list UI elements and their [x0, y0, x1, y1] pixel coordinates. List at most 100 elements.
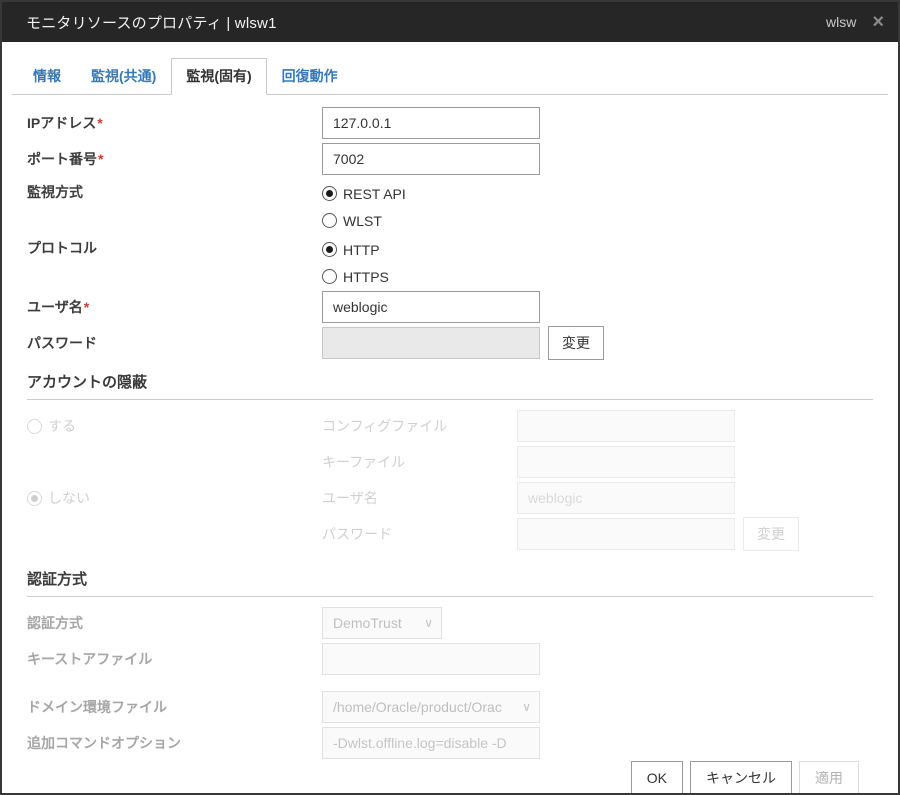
tab-bar: 情報 監視(共通) 監視(固有) 回復動作 [12, 58, 888, 95]
radio-checked-icon[interactable] [322, 186, 337, 201]
shadow-username-label: ユーザ名 [322, 490, 378, 506]
tab-info[interactable]: 情報 [18, 58, 76, 94]
shadow-config-file-input [517, 410, 735, 442]
shadow-config-file-cell [517, 410, 873, 442]
keystore-input [322, 643, 540, 675]
apply-button: 適用 [799, 761, 859, 793]
ip-address-field-cell [322, 107, 873, 139]
domain-env-field-cell: /home/Oracle/product/Orac ∨ [322, 691, 873, 723]
auth-method-select: DemoTrust ∨ [322, 607, 442, 639]
protocol-label: プロトコル [27, 240, 97, 256]
required-asterisk: * [83, 299, 90, 315]
extra-options-label: 追加コマンドオプション [27, 735, 181, 751]
port-number-row: ポート番号* [27, 141, 873, 177]
shadow-password-cell: 変更 [517, 517, 873, 551]
ip-address-label-text: IPアドレス [27, 115, 97, 131]
port-number-label: ポート番号* [27, 149, 322, 169]
shadow-password-row: パスワード 変更 [27, 516, 873, 552]
radio-checked-icon[interactable] [322, 242, 337, 257]
auth-method-label: 認証方式 [27, 615, 83, 631]
shadow-password-label: パスワード [322, 526, 392, 542]
username-row: ユーザ名* [27, 289, 873, 325]
shadow-disable-radio-label: しない [48, 490, 90, 506]
ok-button[interactable]: OK [630, 761, 683, 793]
tab-content: IPアドレス* ポート番号* 監視方式 REST API WLST [2, 95, 898, 793]
username-label-text: ユーザ名 [27, 299, 83, 315]
https-radio-label: HTTPS [343, 268, 389, 285]
tab-monitor-specific[interactable]: 監視(固有) [171, 58, 267, 95]
auth-method-field-cell: DemoTrust ∨ [322, 607, 873, 639]
port-number-input[interactable] [322, 143, 540, 175]
tab-monitor-common[interactable]: 監視(共通) [76, 58, 171, 94]
shadow-username-cell [517, 482, 873, 514]
radio-checked-icon [27, 490, 42, 506]
port-number-label-text: ポート番号 [27, 151, 97, 167]
extra-options-input [322, 727, 540, 759]
shadow-enable-radio-label: する [48, 418, 76, 434]
ip-address-input[interactable] [322, 107, 540, 139]
wlst-radio-option[interactable]: WLST [322, 211, 873, 230]
keystore-label: キーストアファイル [27, 651, 153, 667]
required-asterisk: * [98, 151, 104, 167]
account-shadow-section: する コンフィグファイル キーファイル しない ユーザ名 weblogic パス… [27, 408, 873, 552]
radio-unchecked-icon[interactable] [322, 213, 337, 228]
password-field-cell: 変更 [322, 326, 873, 360]
required-asterisk: * [97, 115, 103, 131]
keystore-row: キーストアファイル [27, 641, 873, 677]
wlst-radio-label: WLST [343, 212, 382, 229]
domain-env-label: ドメイン環境ファイル [27, 699, 167, 715]
shadow-disable-radio-option: しない [27, 489, 322, 508]
rest-api-radio-label: REST API [343, 185, 406, 202]
password-change-button[interactable]: 変更 [548, 326, 604, 360]
https-radio-option[interactable]: HTTPS [322, 267, 873, 286]
domain-env-row: ドメイン環境ファイル /home/Oracle/product/Orac ∨ [27, 689, 873, 725]
titlebar-user-label: wlsw [825, 14, 857, 30]
shadow-enable-radio-option: する [27, 417, 322, 436]
username-field-cell [322, 291, 873, 323]
dialog-title: モニタリソースのプロパティ | wlsw1 [26, 14, 277, 32]
username-input[interactable] [322, 291, 540, 323]
auth-section-header: 認証方式 [27, 568, 873, 597]
monitor-method-radio-group: REST API WLST [322, 182, 873, 230]
shadow-key-file-label: キーファイル [322, 454, 406, 470]
keystore-field-cell [322, 643, 873, 675]
protocol-radio-group: HTTP HTTPS [322, 238, 873, 286]
cancel-button[interactable]: キャンセル [690, 761, 792, 793]
chevron-down-icon: ∨ [522, 700, 531, 714]
shadow-username-input [517, 482, 735, 514]
radio-unchecked-icon[interactable] [322, 269, 337, 284]
domain-env-selected-value: /home/Oracle/product/Orac [333, 699, 502, 715]
shadow-key-file-cell [517, 446, 873, 478]
shadow-config-row: する コンフィグファイル [27, 408, 873, 444]
shadow-key-file-input [517, 446, 735, 478]
ip-address-row: IPアドレス* [27, 105, 873, 141]
auth-method-selected-value: DemoTrust [333, 615, 402, 631]
titlebar: モニタリソースのプロパティ | wlsw1 wlsw × [2, 2, 898, 42]
dialog-footer: OK キャンセル 適用 [27, 761, 873, 793]
username-label: ユーザ名* [27, 297, 322, 317]
extra-options-row: 追加コマンドオプション [27, 725, 873, 761]
password-input [322, 327, 540, 359]
chevron-down-icon: ∨ [424, 616, 433, 630]
protocol-row: プロトコル HTTP HTTPS [27, 233, 873, 289]
account-shadow-section-header: アカウントの隠蔽 [27, 371, 873, 400]
shadow-password-change-button: 変更 [743, 517, 799, 551]
ip-address-label: IPアドレス* [27, 113, 322, 133]
domain-env-select: /home/Oracle/product/Orac ∨ [322, 691, 540, 723]
auth-method-row: 認証方式 DemoTrust ∨ [27, 605, 873, 641]
close-icon[interactable]: × [872, 12, 884, 32]
http-radio-label: HTTP [343, 241, 380, 258]
shadow-username-row: しない ユーザ名 [27, 480, 873, 516]
port-number-field-cell [322, 143, 873, 175]
monitor-method-row: 監視方式 REST API WLST [27, 177, 873, 233]
password-label: パスワード [27, 335, 97, 351]
tab-recovery[interactable]: 回復動作 [267, 58, 353, 94]
shadow-password-input [517, 518, 735, 550]
shadow-config-file-label: コンフィグファイル [322, 418, 448, 434]
monitor-method-label: 監視方式 [27, 184, 83, 200]
extra-options-field-cell [322, 727, 873, 759]
password-row: パスワード 変更 [27, 325, 873, 361]
http-radio-option[interactable]: HTTP [322, 240, 873, 259]
rest-api-radio-option[interactable]: REST API [322, 184, 873, 203]
